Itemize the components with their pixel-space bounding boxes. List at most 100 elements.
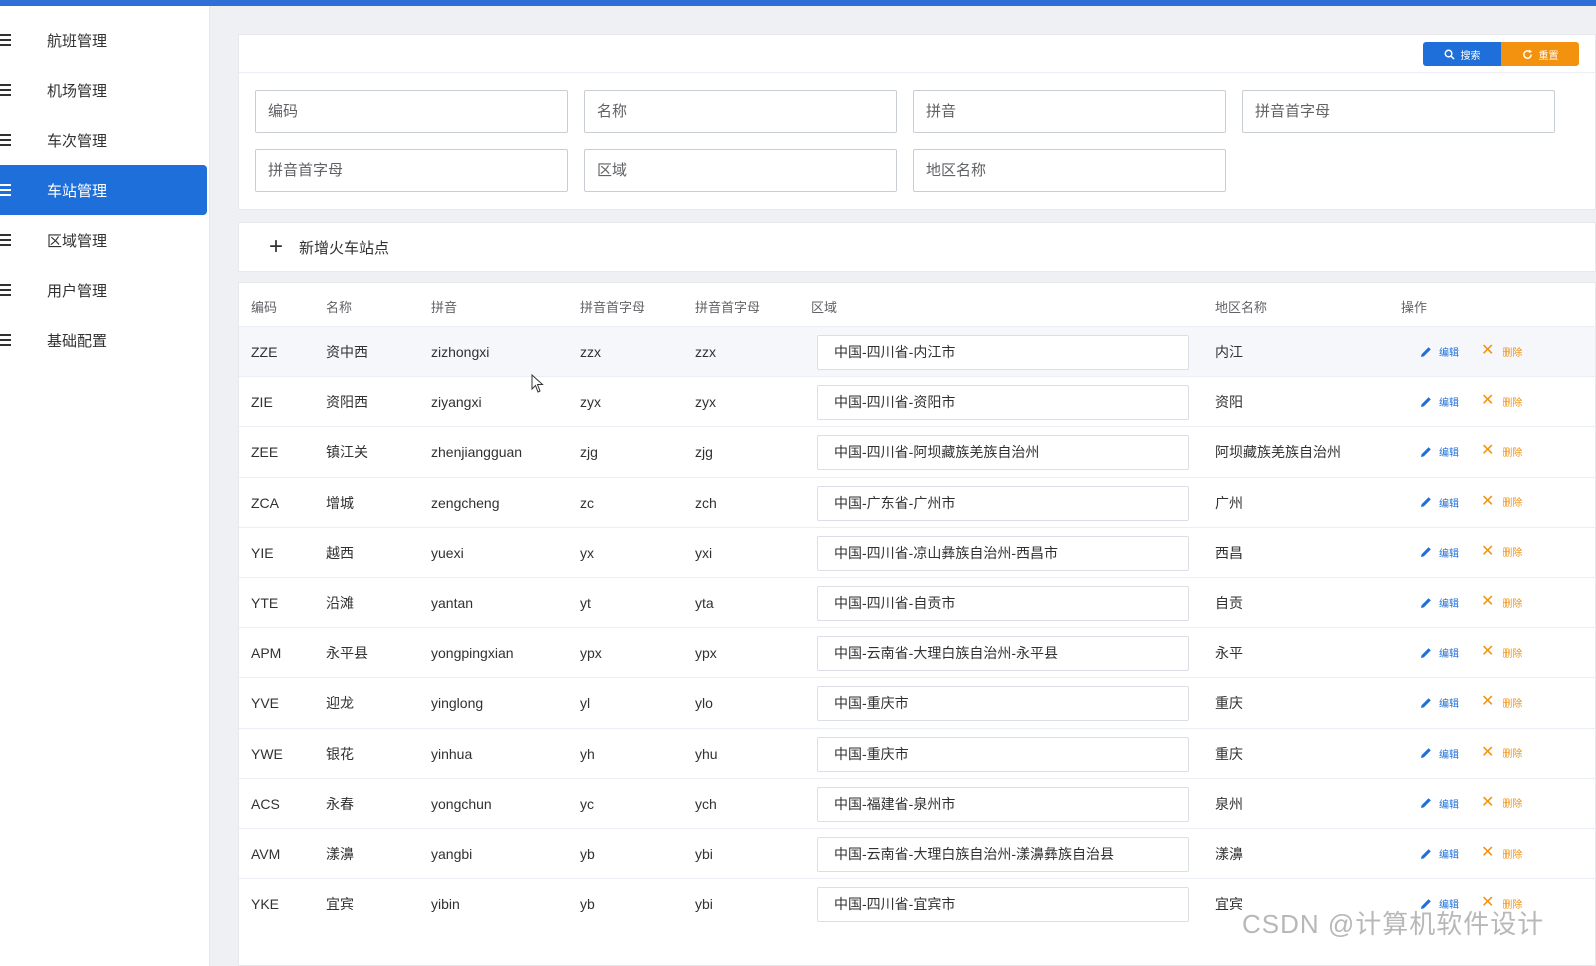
delete-button[interactable]: ✕ 删除 (1481, 493, 1522, 510)
table-row: YTE 沿滩 yantan yt yta 自贡 中国-四川省-自贡市 编辑 ✕ 删除 (239, 577, 1595, 627)
add-station-button[interactable]: + 新增火车站点 (269, 235, 389, 259)
search-icon (1444, 49, 1455, 60)
initials-input[interactable] (1242, 90, 1555, 133)
cell-code: YTE (251, 595, 279, 611)
cell-initials2: ybi (695, 846, 713, 862)
cell-initials: yl (580, 695, 591, 712)
sidebar-item-label: 用户管理 (47, 282, 108, 300)
cell-initials2: zjg (695, 444, 713, 461)
initials2-input[interactable] (255, 149, 568, 192)
sidebar-item-airport-management[interactable]: 机场管理 (0, 65, 207, 115)
sidebar-item-region-management[interactable]: 区域管理 (0, 215, 207, 265)
cell-initials2: zch (695, 494, 717, 511)
cell-code: ZEE (251, 444, 279, 461)
sidebar: 航班管理 机场管理 车次管理 车站管理 区域管理 用户管理 基础配置 (0, 6, 210, 966)
delete-button[interactable]: ✕ 删除 (1481, 594, 1522, 610)
cell-pinyin: yinglong (431, 695, 484, 712)
delete-button[interactable]: ✕ 删除 (1481, 343, 1522, 359)
search-panel: 搜索 重置 (238, 34, 1596, 210)
cell-area-name: 资阳 (1215, 394, 1243, 411)
cell-pinyin: yantan (431, 595, 474, 611)
sidebar-item-flight-management[interactable]: 航班管理 (0, 15, 207, 65)
cell-name: 沿滩 (326, 595, 354, 611)
delete-button[interactable]: ✕ 删除 (1481, 744, 1523, 761)
cell-name: 资阳西 (326, 394, 368, 411)
delete-button[interactable]: ✕ 删除 (1481, 393, 1522, 409)
edit-button[interactable]: 编辑 (1419, 595, 1459, 610)
cell-initials: yh (580, 745, 595, 762)
cell-initials: yb (580, 846, 595, 862)
cell-area-name: 泉州 (1215, 795, 1243, 812)
close-icon: ✕ (1481, 593, 1495, 610)
sidebar-item-train-management[interactable]: 车次管理 (0, 115, 207, 165)
table-row: ZIE 资阳西 ziyangxi zyx zyx 资阳 中国-四川省-资阳市 编辑 ✕ 删除 (239, 376, 1595, 426)
delete-button[interactable]: ✕ 删除 (1481, 543, 1522, 560)
edit-label: 编辑 (1439, 599, 1459, 610)
cell-area-name: 广州 (1215, 494, 1243, 511)
edit-label: 编辑 (1439, 749, 1459, 761)
menu-icon (0, 234, 11, 246)
mouse-cursor-icon (531, 374, 544, 393)
edit-button[interactable]: 编辑 (1419, 344, 1459, 359)
search-button-label: 搜索 (1460, 50, 1481, 62)
delete-button[interactable]: ✕ 删除 (1481, 794, 1522, 811)
close-icon: ✕ (1481, 643, 1495, 661)
edit-button[interactable]: 编辑 (1419, 495, 1459, 510)
delete-label: 删除 (1502, 648, 1523, 660)
cell-area-name: 重庆 (1215, 745, 1243, 762)
menu-icon (0, 184, 11, 196)
cell-name: 永平县 (326, 645, 368, 662)
table-row: YWE 银花 yinhua yh yhu 重庆 中国-重庆市 编辑 ✕ 删除 (239, 727, 1595, 778)
delete-button[interactable]: ✕ 删除 (1481, 845, 1522, 861)
cell-initials: yc (580, 795, 594, 812)
sidebar-item-label: 车次管理 (47, 132, 108, 150)
cell-initials: yt (580, 595, 591, 611)
edit-button[interactable]: 编辑 (1419, 545, 1459, 560)
cell-region: 中国-四川省-内江市 (817, 335, 1189, 370)
region-input[interactable] (584, 149, 897, 192)
delete-button[interactable]: ✕ 删除 (1481, 443, 1522, 459)
cell-region: 中国-四川省-资阳市 (817, 385, 1189, 421)
edit-button[interactable]: 编辑 (1419, 444, 1459, 459)
sidebar-item-user-management[interactable]: 用户管理 (0, 265, 207, 315)
cell-pinyin: zizhongxi (431, 344, 490, 360)
name-input[interactable] (584, 90, 897, 133)
reset-button[interactable]: 重置 (1501, 42, 1579, 66)
cell-region: 中国-四川省-宜宾市 (817, 887, 1189, 923)
code-input[interactable] (255, 90, 568, 133)
top-accent-bar (0, 0, 1596, 6)
edit-button[interactable]: 编辑 (1419, 645, 1459, 660)
cell-initials2: zzx (695, 344, 716, 360)
edit-button[interactable]: 编辑 (1419, 695, 1459, 710)
pinyin-input[interactable] (913, 90, 1226, 133)
cell-code: ZIE (251, 394, 273, 411)
cell-area-name: 内江 (1215, 344, 1243, 360)
cell-pinyin: ziyangxi (431, 394, 482, 411)
table-row: ZEE 镇江关 zhenjiangguan zjg zjg 阿坝藏族羌族自治州 中国-四川省… (239, 426, 1595, 476)
edit-label: 编辑 (1439, 799, 1459, 811)
watermark: CSDN @计算机软件设计 (1242, 909, 1545, 939)
edit-label: 编辑 (1439, 348, 1459, 359)
pencil-icon (1421, 447, 1431, 457)
sidebar-item-station-management[interactable]: 车站管理 (0, 165, 207, 215)
edit-button[interactable]: 编辑 (1419, 846, 1459, 861)
edit-button[interactable]: 编辑 (1419, 394, 1459, 409)
cell-pinyin: zhenjiangguan (431, 444, 523, 461)
table-row: YIE 越西 yuexi yx yxi 西昌 中国-四川省-凉山彝族自治州-西昌市 编辑 ✕ 删除 (239, 526, 1595, 577)
cell-region: 中国-四川省-阿坝藏族羌族自治州 (817, 435, 1189, 471)
cell-name: 永春 (326, 795, 354, 812)
cell-initials: zyx (580, 394, 601, 411)
pencil-icon (1421, 346, 1431, 357)
cell-pinyin: yangbi (431, 846, 473, 862)
delete-button[interactable]: ✕ 删除 (1481, 644, 1522, 660)
cell-code: ZZE (251, 344, 278, 360)
edit-button[interactable]: 编辑 (1419, 746, 1459, 761)
close-icon: ✕ (1481, 693, 1495, 711)
edit-label: 编辑 (1439, 398, 1459, 410)
delete-button[interactable]: ✕ 删除 (1481, 694, 1522, 710)
sidebar-item-basic-config[interactable]: 基础配置 (0, 315, 207, 365)
delete-label: 删除 (1502, 749, 1523, 761)
area-name-input[interactable] (913, 149, 1226, 192)
edit-button[interactable]: 编辑 (1419, 796, 1459, 811)
search-button[interactable]: 搜索 (1423, 42, 1501, 66)
